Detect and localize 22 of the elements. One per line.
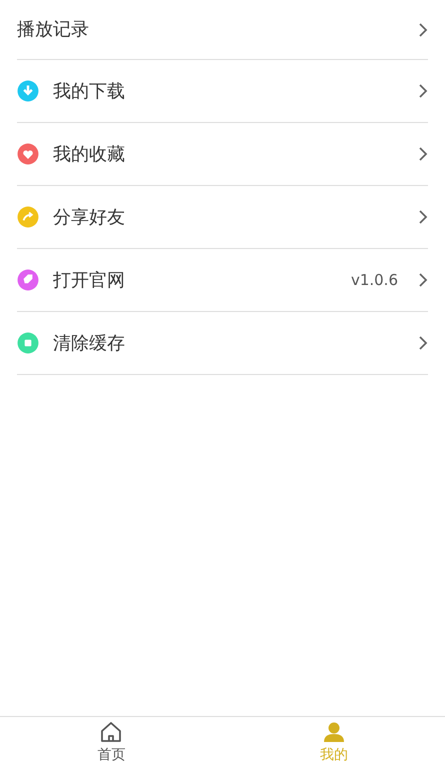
chevron-right-icon — [418, 272, 428, 288]
user-icon — [322, 721, 345, 743]
menu-label: 我的收藏 — [53, 142, 126, 166]
version-text: v1.0.6 — [350, 270, 398, 291]
menu-label: 播放记录 — [17, 18, 90, 42]
menu-item[interactable]: 清除缓存 — [17, 312, 428, 375]
menu-label: 打开官网 — [53, 268, 126, 292]
menu-item[interactable]: 打开官网 v1.0.6 — [17, 249, 428, 312]
menu-item[interactable]: 播放记录 — [17, 0, 428, 60]
menu-item[interactable]: 分享好友 — [17, 186, 428, 249]
menu-label: 我的下载 — [53, 80, 126, 104]
chevron-right-icon — [418, 83, 428, 99]
menu-item[interactable]: 我的下载 — [17, 60, 428, 123]
menu-label: 分享好友 — [53, 206, 126, 230]
chevron-right-icon — [418, 22, 428, 38]
home-icon — [99, 721, 124, 743]
chevron-right-icon — [418, 146, 428, 162]
chevron-right-icon — [418, 335, 428, 351]
tab[interactable]: 首页 — [0, 717, 222, 770]
menu-label: 清除缓存 — [53, 332, 126, 356]
menu-item[interactable]: 我的收藏 — [17, 123, 428, 186]
chevron-right-icon — [418, 209, 428, 225]
